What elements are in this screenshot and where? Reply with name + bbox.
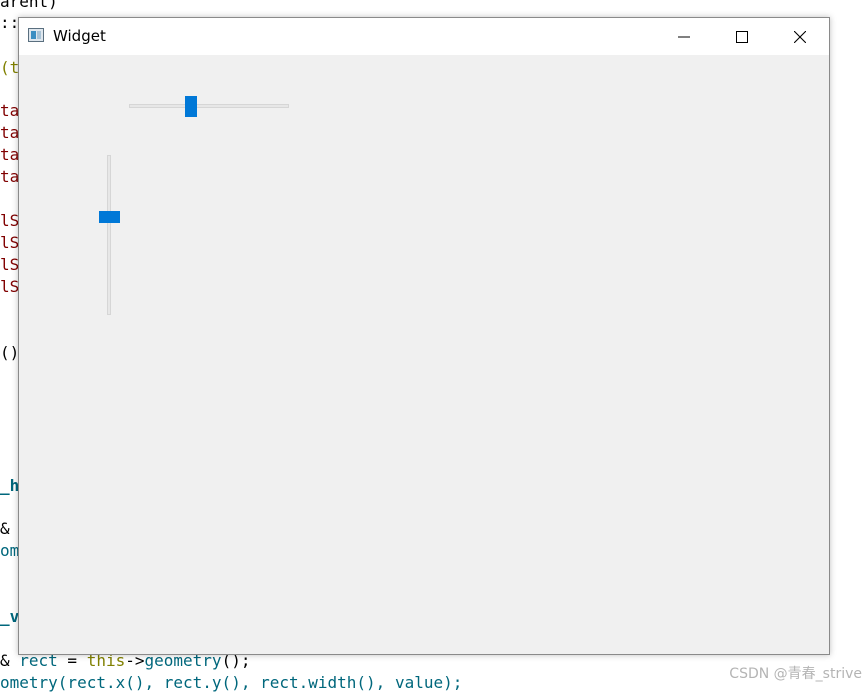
window-title: Widget <box>53 27 106 45</box>
code-line: lS <box>0 233 20 252</box>
vertical-slider[interactable] <box>99 155 121 315</box>
minimize-icon <box>678 36 690 37</box>
code-line: ta <box>0 145 20 164</box>
widget-window: Widget <box>18 17 830 655</box>
code-line: ta <box>0 167 20 186</box>
code-line: (t <box>0 58 20 77</box>
horizontal-slider-handle[interactable] <box>185 96 197 117</box>
close-button[interactable] <box>771 18 829 55</box>
code-line: _v <box>0 607 20 626</box>
close-icon <box>794 30 806 43</box>
code-line: lS <box>0 277 20 296</box>
code-line: lS <box>0 211 20 230</box>
code-line: ometry(rect.x(), rect.y(), rect.width(),… <box>0 673 463 692</box>
code-line: :: <box>0 13 20 32</box>
client-area <box>19 55 829 654</box>
horizontal-slider[interactable] <box>129 95 289 117</box>
vertical-slider-groove[interactable] <box>107 155 111 315</box>
code-line: lS <box>0 255 20 274</box>
code-line: ta <box>0 123 20 142</box>
code-line: arent) <box>0 0 58 11</box>
maximize-button[interactable] <box>713 18 771 55</box>
app-window-icon <box>28 28 44 42</box>
code-line: om <box>0 541 20 560</box>
title-bar[interactable]: Widget <box>19 18 829 55</box>
vertical-slider-handle[interactable] <box>99 211 120 223</box>
code-line: () <box>0 343 20 362</box>
code-line: & <box>0 519 10 538</box>
minimize-button[interactable] <box>655 18 713 55</box>
code-line: _h <box>0 476 20 495</box>
watermark: CSDN @青春_strive <box>729 666 862 682</box>
code-line: ta <box>0 101 20 120</box>
maximize-icon <box>736 30 748 43</box>
horizontal-slider-groove[interactable] <box>129 104 289 108</box>
